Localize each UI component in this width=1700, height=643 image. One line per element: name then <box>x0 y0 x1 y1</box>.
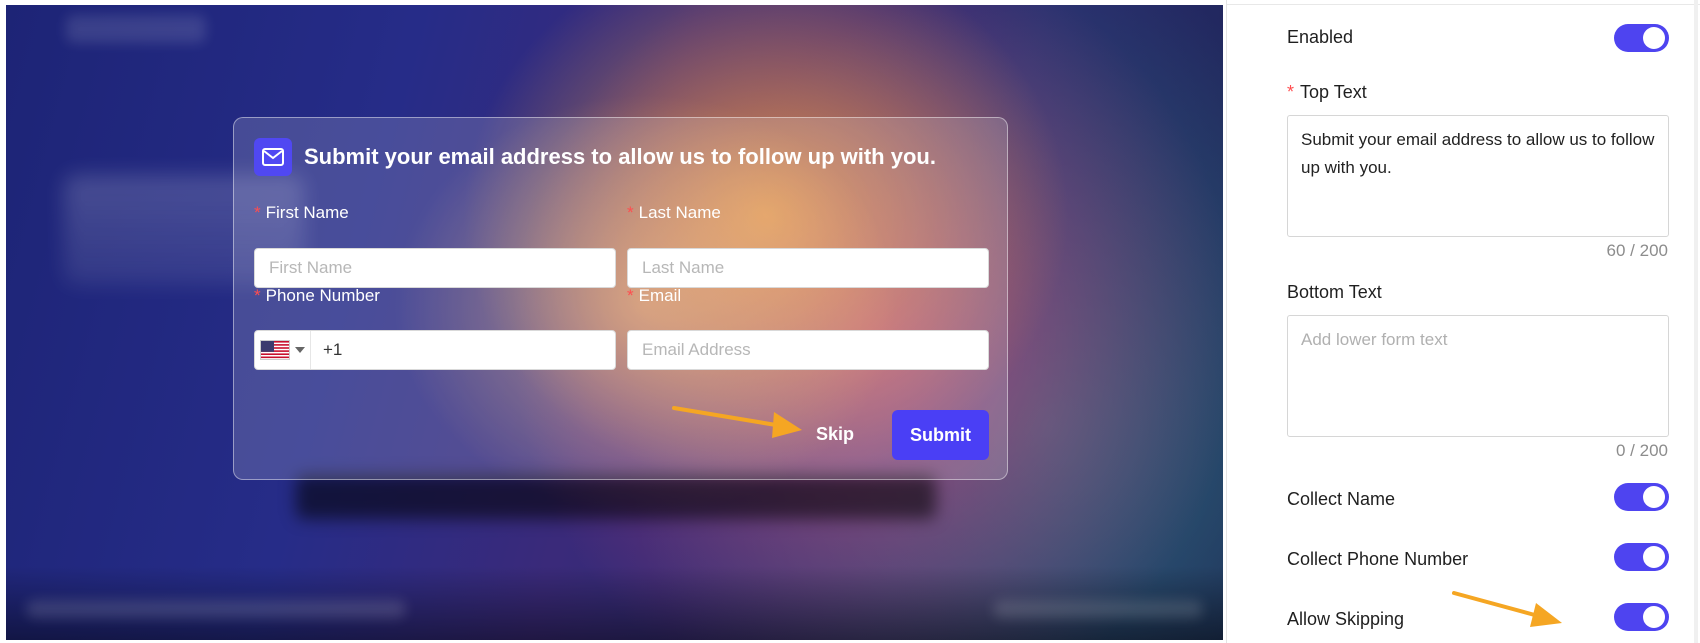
phone-field <box>254 330 616 370</box>
toggle-knob <box>1643 606 1665 628</box>
email-label: * Email <box>627 286 681 306</box>
video-preview: Submit your email address to allow us to… <box>6 5 1223 640</box>
last-name-input[interactable] <box>627 248 989 288</box>
us-flag-icon <box>260 340 290 360</box>
bottom-text-counter: 0 / 200 <box>1616 441 1668 460</box>
enabled-label: Enabled <box>1287 27 1354 47</box>
panel-divider <box>1227 4 1700 5</box>
first-name-input[interactable] <box>254 248 616 288</box>
top-text-label: * Top Text <box>1287 82 1367 103</box>
top-text-counter: 60 / 200 <box>1606 241 1668 260</box>
first-name-label-text: First Name <box>265 203 349 222</box>
enabled-toggle[interactable] <box>1614 24 1669 52</box>
toggle-knob <box>1643 486 1665 508</box>
chevron-down-icon <box>295 347 305 353</box>
collect-phone-label: Collect Phone Number <box>1287 549 1469 569</box>
required-mark: * <box>627 286 634 305</box>
bottom-text-textarea[interactable] <box>1287 315 1669 437</box>
bottom-text-label: Bottom Text <box>1287 282 1382 302</box>
skip-button[interactable]: Skip <box>800 410 870 458</box>
collect-phone-toggle[interactable] <box>1614 543 1669 571</box>
allow-skipping-toggle[interactable] <box>1614 603 1669 631</box>
form-header: Submit your email address to allow us to… <box>254 138 936 176</box>
last-name-label: * Last Name <box>627 203 721 223</box>
email-input[interactable] <box>627 330 989 370</box>
video-controls-left <box>26 600 406 618</box>
form-title: Submit your email address to allow us to… <box>304 144 936 169</box>
required-mark: * <box>1287 82 1295 102</box>
required-mark: * <box>627 203 634 222</box>
mail-icon <box>254 138 292 176</box>
phone-label-text: Phone Number <box>265 286 380 305</box>
toggle-knob <box>1643 27 1665 49</box>
collect-name-toggle[interactable] <box>1614 483 1669 511</box>
panel-scrollbar[interactable] <box>1694 0 1698 643</box>
required-mark: * <box>254 286 261 305</box>
settings-panel: Enabled *Top Text 60 / 200 Bottom Text 0… <box>1226 0 1700 643</box>
required-mark: * <box>254 203 261 222</box>
top-text-label-text: Top Text <box>1300 82 1367 102</box>
blurred-logo <box>66 15 206 43</box>
toggle-knob <box>1643 546 1665 568</box>
submit-button[interactable]: Submit <box>892 410 989 460</box>
first-name-label: * First Name <box>254 203 349 223</box>
phone-label: * Phone Number <box>254 286 380 306</box>
video-controls-bar <box>6 566 1223 640</box>
top-text-textarea[interactable] <box>1287 115 1669 237</box>
phone-input[interactable] <box>311 331 615 369</box>
email-label-text: Email <box>638 286 682 305</box>
collect-name-label: Collect Name <box>1287 489 1396 509</box>
video-controls-right <box>993 600 1203 618</box>
lead-capture-form: Submit your email address to allow us to… <box>233 117 1008 480</box>
country-select[interactable] <box>255 331 311 369</box>
allow-skipping-label: Allow Skipping <box>1287 609 1405 629</box>
last-name-label-text: Last Name <box>638 203 721 222</box>
blurred-caption <box>296 475 936 519</box>
